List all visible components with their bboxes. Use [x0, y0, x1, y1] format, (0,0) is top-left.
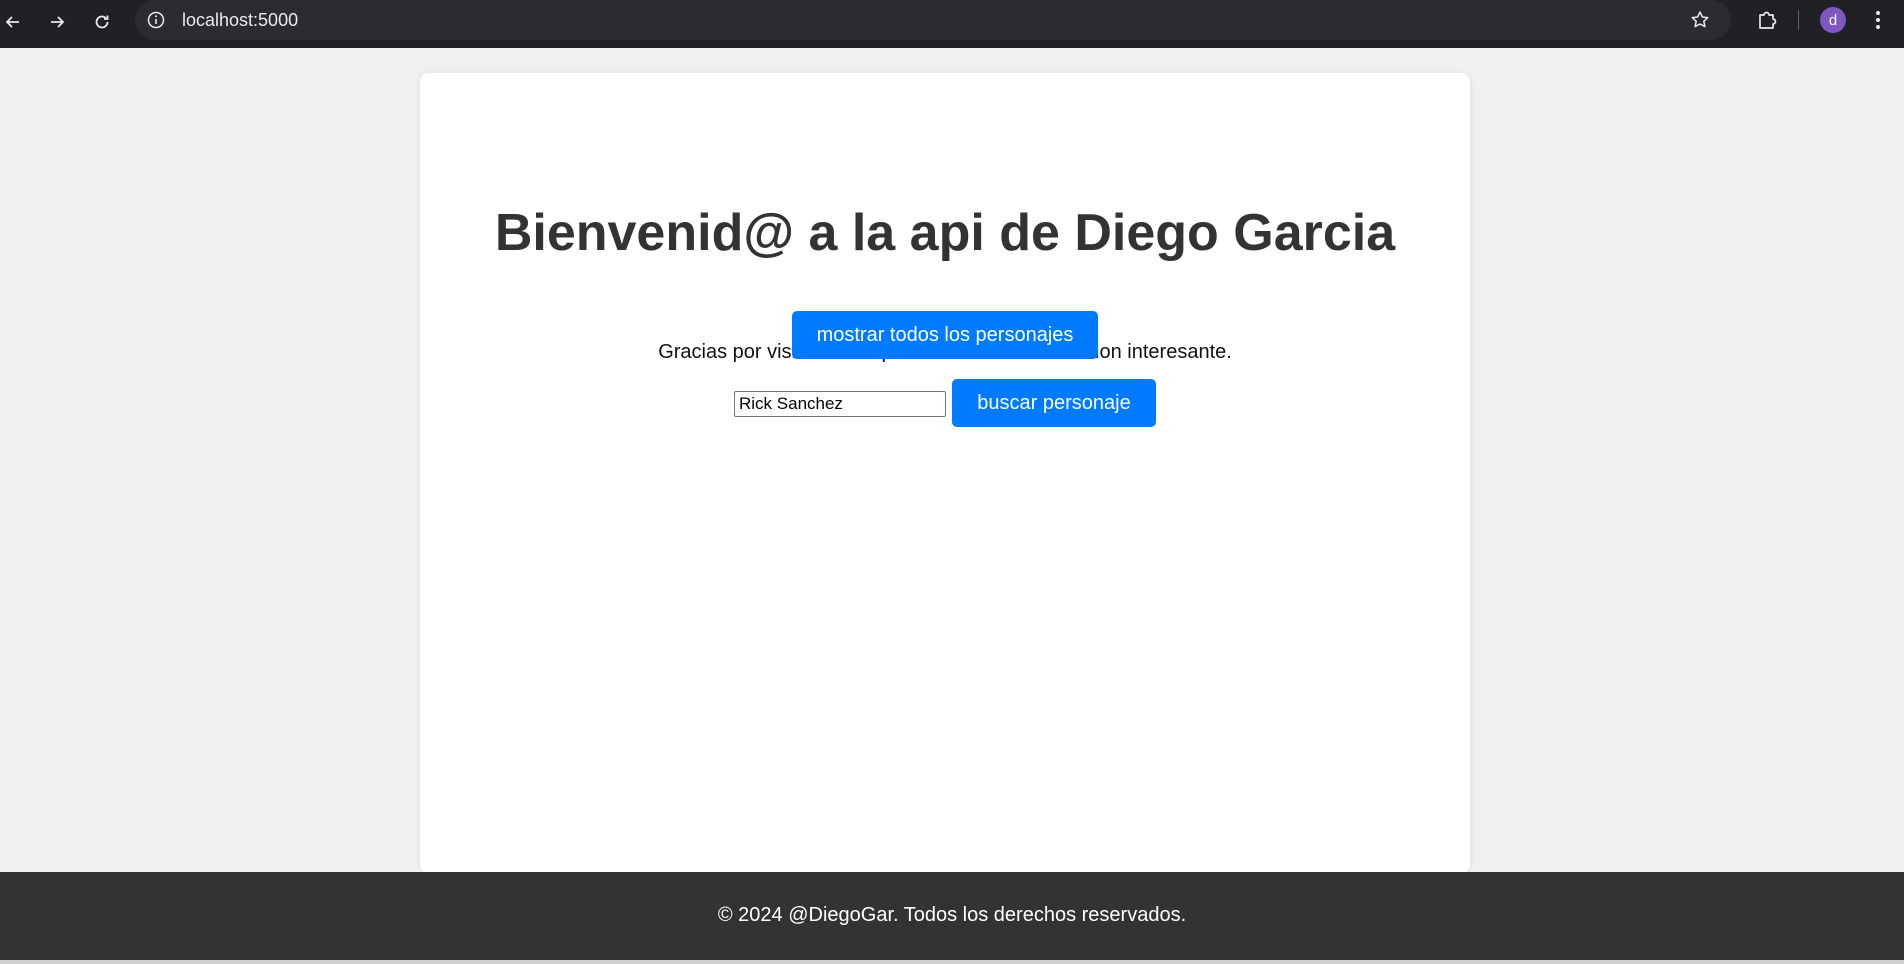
url-text[interactable]: localhost:5000	[182, 10, 298, 31]
star-icon[interactable]	[1689, 9, 1711, 31]
arrow-right-icon	[51, 16, 65, 28]
forward-button[interactable]	[41, 6, 73, 38]
toolbar-divider	[1798, 10, 1799, 30]
arrow-left-icon	[5, 16, 19, 28]
reload-button[interactable]	[86, 6, 118, 38]
profile-avatar[interactable]: d	[1820, 7, 1846, 33]
kebab-menu-icon[interactable]	[1868, 6, 1888, 34]
show-all-characters-button[interactable]: mostrar todos los personajes	[792, 311, 1098, 359]
search-character-button[interactable]: buscar personaje	[952, 379, 1156, 427]
info-icon[interactable]	[145, 9, 167, 31]
back-button[interactable]	[0, 6, 29, 38]
copyright-text: © 2024 @DiegoGar. Todos los derechos res…	[717, 904, 1187, 926]
reload-icon	[95, 15, 109, 29]
browser-toolbar: localhost:5000 d	[0, 0, 1904, 48]
puzzle-icon[interactable]	[1754, 7, 1780, 33]
main-card: Bienvenid@ a la api de Diego Garcia Grac…	[420, 73, 1470, 873]
character-search-input[interactable]	[734, 391, 946, 417]
bottom-edge	[0, 960, 1904, 964]
address-bar[interactable]: localhost:5000	[135, 0, 1731, 40]
page-title: Bienvenid@ a la api de Diego Garcia	[494, 204, 1396, 262]
footer: © 2024 @DiegoGar. Todos los derechos res…	[0, 872, 1904, 960]
